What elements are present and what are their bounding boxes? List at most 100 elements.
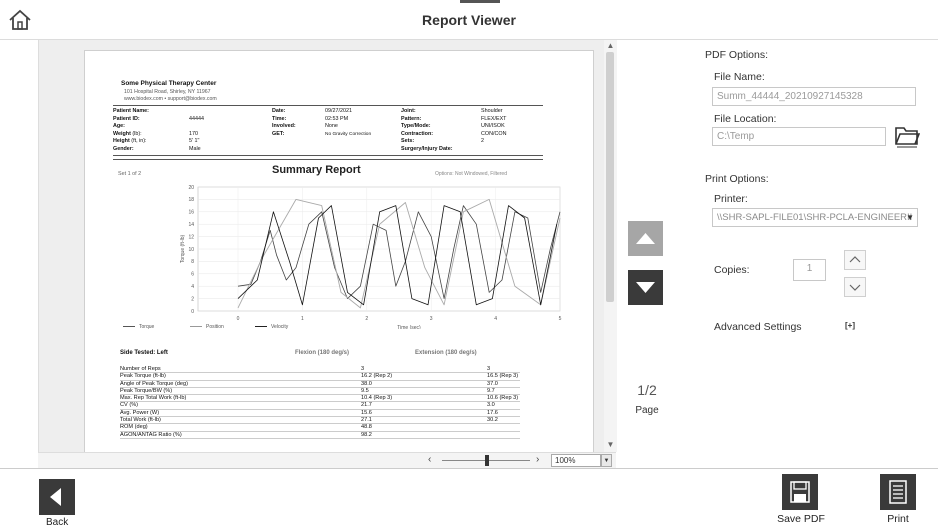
printer-label: Printer: bbox=[714, 193, 748, 205]
y-axis-label: Torque (ft-lb) bbox=[180, 234, 186, 263]
session-values: 09/27/2021 02:53 PM None No Gravity Corr… bbox=[325, 108, 405, 138]
x-axis-label: Time (sec) bbox=[397, 325, 421, 329]
copies-decrement-button[interactable] bbox=[844, 277, 866, 297]
y-tick-label: 18 bbox=[188, 197, 194, 203]
meta-label: Height bbox=[113, 138, 130, 144]
zoom-input[interactable]: 100% bbox=[551, 454, 601, 467]
stats-cell-label: Peak Torque (ft-lb) bbox=[120, 373, 166, 380]
y-tick-label: 10 bbox=[188, 247, 194, 253]
stats-cell-flex: 98.2 bbox=[361, 431, 372, 438]
stats-row: Total Work (ft-lb) 27.1 30.2 bbox=[120, 417, 520, 425]
meta-value: 5' 1" bbox=[189, 138, 200, 144]
org-address: 101 Hospital Road, Shirley, NY 11967 bbox=[124, 89, 211, 95]
meta-label: GET: bbox=[272, 130, 285, 137]
stats-cell-ext: 16.5 (Rep 3) bbox=[487, 373, 519, 380]
stats-cell-ext: 3 bbox=[487, 366, 491, 372]
vertical-scrollbar[interactable]: ▲ ▼ bbox=[604, 40, 617, 452]
session-labels: Date: Time: Involved: GET: bbox=[272, 108, 322, 138]
stats-table: Number of Reps 3 3 Peak Torque (ft-lb) 16.2 … bbox=[120, 366, 520, 439]
report-page: Some Physical Therapy Center 101 Hospita… bbox=[84, 50, 594, 455]
legend-velocity: Velocity bbox=[255, 324, 288, 330]
advanced-settings-label[interactable]: Advanced Settings bbox=[714, 321, 802, 333]
printer-select[interactable]: \\SHR-SAPL-FILE01\SHR-PCLA-ENGINEERII ▼ bbox=[712, 208, 918, 227]
file-location-label: File Location: bbox=[714, 113, 777, 125]
file-location-input[interactable]: C:\Temp bbox=[712, 127, 886, 146]
folder-icon bbox=[895, 127, 921, 148]
header-divider bbox=[113, 105, 543, 106]
meta-label: Patient Name: bbox=[113, 108, 149, 114]
window-grip bbox=[460, 0, 500, 3]
stats-cell-ext: 3.0 bbox=[487, 402, 495, 409]
print-button[interactable] bbox=[880, 474, 916, 510]
stats-row: AGON/ANTAG Ratio (%) 98.2 bbox=[120, 432, 520, 439]
stats-row: Avg. Power (W) 15.6 17.6 bbox=[120, 409, 520, 418]
stats-cell-label: AGON/ANTAG Ratio (%) bbox=[120, 431, 182, 438]
triangle-down-icon bbox=[636, 282, 655, 293]
stats-cell-ext: 9.7 bbox=[487, 387, 495, 394]
stats-cell-flex: 3 bbox=[361, 366, 365, 372]
stats-row: ROM (deg) 48.8 bbox=[120, 424, 520, 432]
stats-cell-flex: 16.2 (Rep 2) bbox=[361, 373, 393, 380]
meta-value bbox=[189, 123, 249, 131]
meta-value: None bbox=[325, 123, 338, 129]
meta-value: 170 bbox=[189, 130, 198, 137]
meta-divider bbox=[113, 155, 543, 156]
protocol-labels: Joint: Pattern: Type/Mode: Contraction: … bbox=[401, 108, 481, 153]
legend-swatch bbox=[255, 326, 267, 328]
meta-divider-2 bbox=[113, 159, 543, 160]
scroll-down-arrow[interactable]: ▼ bbox=[604, 440, 617, 449]
zoom-slider-knob[interactable] bbox=[485, 455, 489, 466]
app-title: Report Viewer bbox=[422, 12, 516, 28]
y-tick-label: 6 bbox=[191, 272, 194, 278]
y-tick-label: 14 bbox=[188, 222, 194, 228]
copies-input[interactable]: 1 bbox=[793, 259, 826, 281]
col-extension: Extension (180 deg/s) bbox=[415, 350, 477, 356]
zoom-bar: ‹ › 100% ▼ bbox=[38, 452, 616, 468]
side-tested: Side Tested: Left bbox=[120, 350, 168, 356]
scroll-up-arrow[interactable]: ▲ bbox=[604, 41, 617, 50]
series-line-velocity bbox=[237, 205, 558, 306]
stats-cell-label: Avg. Power (W) bbox=[120, 409, 160, 416]
stats-row: Peak Torque (ft-lb) 16.2 (Rep 2) 16.5 (Rep… bbox=[120, 373, 520, 381]
org-web: www.biodex.com • support@biodex.com bbox=[124, 96, 217, 102]
report-preview[interactable]: Some Physical Therapy Center 101 Hospita… bbox=[38, 40, 617, 455]
chevron-down-icon bbox=[849, 284, 861, 291]
pdf-options-heading: PDF Options: bbox=[705, 49, 769, 61]
meta-value: 2 bbox=[481, 138, 484, 144]
stats-cell-ext: 37.0 bbox=[487, 380, 498, 387]
stats-cell-label: Peak Torque/BW (%) bbox=[120, 387, 173, 394]
zoom-out-arrow[interactable]: ‹ bbox=[428, 454, 431, 465]
page-up-button[interactable] bbox=[628, 221, 663, 256]
stats-cell-label: Angle of Peak Torque (deg) bbox=[120, 380, 188, 387]
title-bar: Report Viewer bbox=[0, 0, 938, 40]
zoom-in-arrow[interactable]: › bbox=[536, 454, 539, 465]
meta-unit: (ft, in): bbox=[129, 138, 147, 144]
meta-label: Patient ID: bbox=[113, 115, 140, 122]
y-tick-label: 2 bbox=[191, 296, 194, 302]
scroll-thumb[interactable] bbox=[606, 52, 614, 302]
file-name-input[interactable]: Summ_44444_20210927145328 bbox=[712, 87, 916, 106]
y-tick-label: 8 bbox=[191, 259, 194, 265]
copies-label: Copies: bbox=[714, 264, 750, 276]
save-pdf-button[interactable] bbox=[782, 474, 818, 510]
stats-cell-ext: 30.2 bbox=[487, 417, 498, 424]
page-down-button[interactable] bbox=[628, 270, 663, 305]
printer-value: \\SHR-SAPL-FILE01\SHR-PCLA-ENGINEERII bbox=[717, 212, 913, 223]
browse-folder-button[interactable] bbox=[894, 124, 921, 148]
advanced-settings-toggle[interactable]: [+] bbox=[845, 321, 855, 330]
copies-increment-button[interactable] bbox=[844, 250, 866, 270]
meta-value: Shoulder bbox=[481, 108, 503, 114]
protocol-values: Shoulder FLEX/EXT UNI/ISOK CON/CON 2 bbox=[481, 108, 541, 146]
legend-torque: Torque bbox=[123, 324, 154, 330]
x-tick-label: 3 bbox=[430, 316, 433, 322]
zoom-dropdown[interactable]: ▼ bbox=[601, 454, 612, 467]
meta-value: CON/CON bbox=[481, 130, 507, 137]
meta-label: Gender: bbox=[113, 145, 134, 152]
legend-position: Position bbox=[190, 324, 224, 330]
back-label: Back bbox=[46, 517, 69, 528]
stats-cell-flex: 15.6 bbox=[361, 409, 372, 416]
stats-row: Angle of Peak Torque (deg) 38.0 37.0 bbox=[120, 381, 520, 388]
save-pdf-label: Save PDF bbox=[777, 513, 825, 525]
back-button[interactable] bbox=[39, 479, 75, 515]
printer-icon bbox=[889, 480, 907, 504]
